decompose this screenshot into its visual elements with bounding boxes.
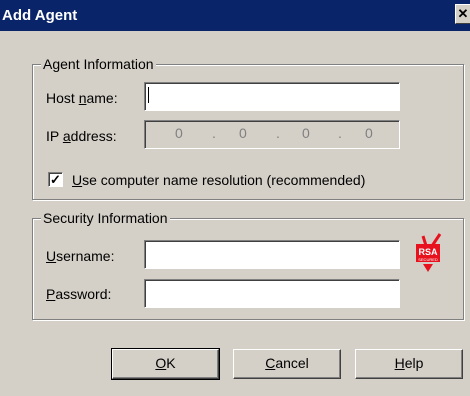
- ip-octet-4: 0: [365, 125, 373, 141]
- check-icon: ✓: [50, 172, 61, 187]
- title-bar: Add Agent ✕: [0, 0, 470, 31]
- ip-octet-2: 0: [239, 125, 247, 141]
- password-label: Password:: [46, 286, 112, 302]
- ip-address-label: IP address:: [46, 128, 117, 144]
- ip-address-field[interactable]: 0 . 0 . 0 . 0: [144, 120, 400, 149]
- username-label: Username:: [46, 248, 115, 264]
- ip-dot-2: .: [276, 125, 280, 141]
- use-name-resolution-checkbox[interactable]: ✓: [48, 172, 63, 187]
- close-button[interactable]: ✕: [455, 4, 470, 24]
- ok-button[interactable]: OK: [111, 348, 220, 380]
- rsa-secured-icon: RSA SECURED: [416, 233, 442, 272]
- username-input[interactable]: [144, 240, 400, 269]
- password-input[interactable]: [144, 279, 400, 308]
- ip-dot-3: .: [338, 125, 342, 141]
- cancel-button[interactable]: Cancel: [233, 349, 341, 379]
- help-button[interactable]: Help: [355, 349, 463, 379]
- host-name-input[interactable]: [144, 82, 400, 111]
- rsa-logo-text: RSA: [418, 247, 438, 257]
- rsa-logo-subtext: SECURED: [418, 257, 438, 262]
- agent-information-legend: Agent Information: [41, 56, 156, 72]
- rsa-arrow: [423, 264, 433, 272]
- ip-octet-1: 0: [175, 125, 183, 141]
- host-name-label: Host name:: [46, 90, 118, 106]
- close-icon: ✕: [457, 6, 469, 21]
- text-caret: [148, 87, 149, 103]
- ip-dot-1: .: [212, 125, 216, 141]
- use-name-resolution-label[interactable]: Use computer name resolution (recommende…: [72, 172, 365, 188]
- security-information-legend: Security Information: [41, 210, 170, 226]
- ip-octet-3: 0: [302, 125, 310, 141]
- window-title: Add Agent: [2, 7, 78, 24]
